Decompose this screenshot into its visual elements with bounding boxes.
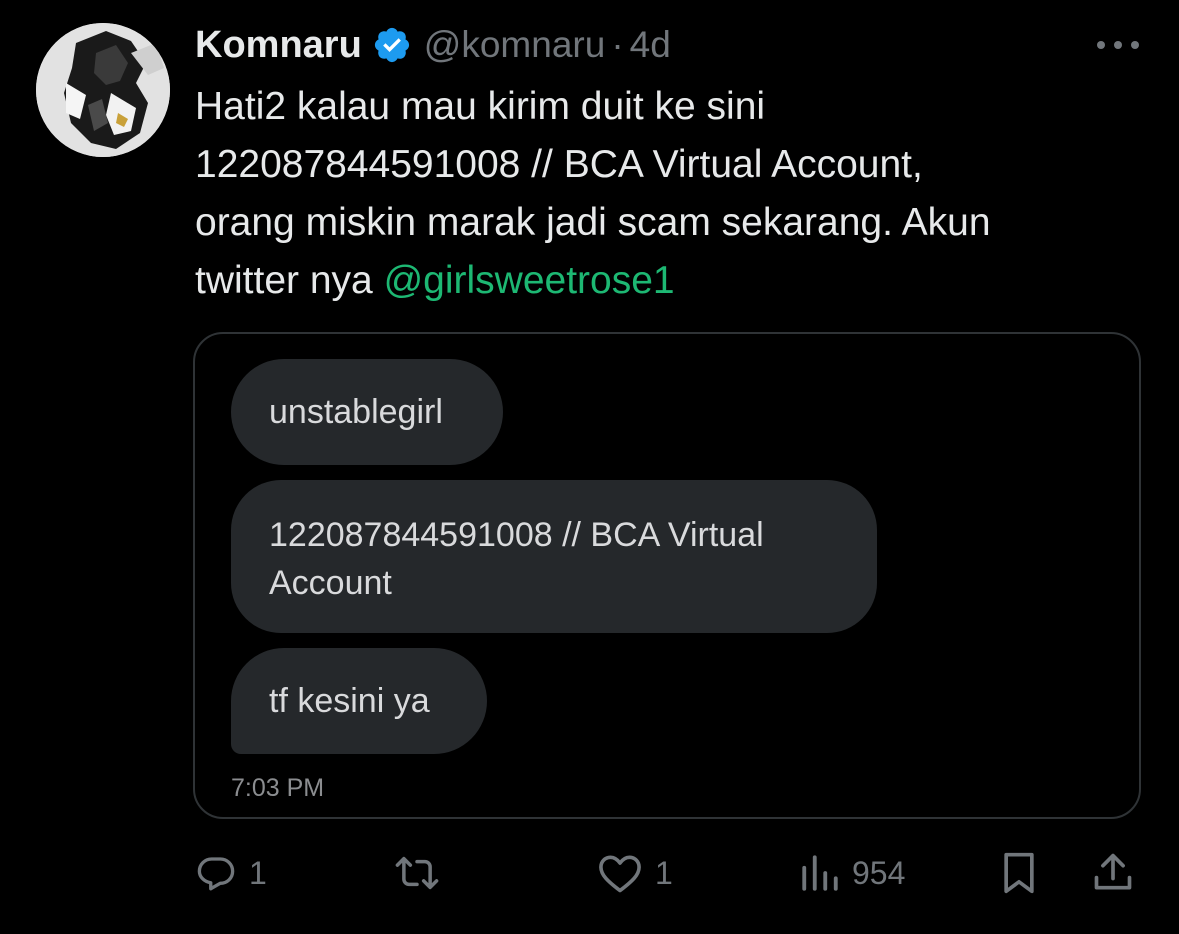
chat-bubble: tf kesini ya: [231, 648, 487, 754]
like-button[interactable]: 1: [597, 850, 673, 896]
bookmark-button[interactable]: [1000, 850, 1038, 896]
views-analytics-icon: [802, 855, 838, 891]
chat-message-text: unstablegirl: [269, 393, 443, 431]
repost-button[interactable]: [393, 850, 453, 896]
mention-link[interactable]: @girlsweetrose1: [384, 259, 675, 302]
share-button[interactable]: [1091, 850, 1135, 896]
chat-timestamp: 7:03 PM: [231, 774, 325, 802]
tweet-timestamp[interactable]: 4d: [630, 24, 671, 66]
chat-bubble: unstablegirl: [231, 359, 503, 465]
reply-count: 1: [249, 854, 267, 891]
bookmark-icon: [1004, 852, 1034, 894]
author-display-name[interactable]: Komnaru: [195, 24, 362, 67]
tweet-action-bar: 1 1 954: [0, 840, 1179, 906]
avatar[interactable]: [36, 23, 170, 157]
views-count: 954: [852, 854, 906, 891]
chat-bubble: 122087844591008 // BCA Virtual Account: [231, 480, 877, 633]
verified-badge-icon: [374, 27, 409, 63]
avatar-image: [36, 23, 170, 157]
like-count: 1: [655, 854, 673, 891]
like-heart-icon: [599, 855, 641, 893]
more-options-icon[interactable]: [1095, 30, 1141, 60]
reply-button[interactable]: 1: [195, 850, 267, 896]
repost-icon: [395, 856, 439, 890]
author-handle[interactable]: @komnaru: [424, 24, 606, 66]
tweet-header: Komnaru @komnaru · 4d: [195, 21, 671, 69]
tweet-media-image[interactable]: unstablegirl 122087844591008 // BCA Virt…: [193, 332, 1141, 819]
views-button[interactable]: 954: [800, 850, 905, 896]
reply-icon: [197, 857, 235, 891]
separator-dot: ·: [611, 24, 624, 65]
chat-message-text: tf kesini ya: [269, 682, 430, 720]
chat-message-text: 122087844591008 // BCA Virtual Account: [269, 515, 764, 602]
tweet-text: Hati2 kalau mau kirim duit ke sini 12208…: [195, 78, 1155, 310]
share-icon: [1094, 853, 1132, 890]
